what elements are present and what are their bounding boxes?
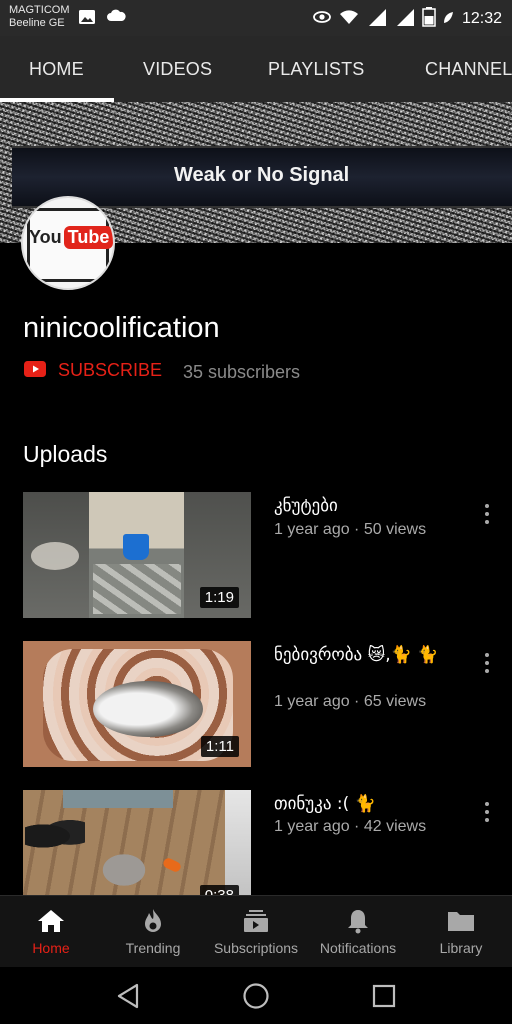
subscribe-button[interactable]: SUBSCRIBE — [24, 360, 162, 381]
video-title[interactable]: კნუტები — [274, 494, 464, 518]
channel-avatar[interactable]: You Tube — [21, 196, 115, 290]
status-bar: MAGTICOM Beeline GE 12:32 — [0, 0, 512, 36]
nav-label: Notifications — [319, 940, 397, 956]
home-circle-icon[interactable] — [241, 981, 271, 1011]
carrier-info: MAGTICOM Beeline GE — [9, 4, 70, 30]
video-item[interactable]: 1:11 ნებივრობა 😿,🐈 🐈 1 year ago · 65 vie… — [0, 641, 512, 769]
nav-notifications[interactable]: Notifications — [307, 896, 409, 968]
subscriptions-icon — [243, 908, 269, 934]
more-options-icon[interactable] — [478, 502, 496, 526]
nav-trending[interactable]: Trending — [102, 896, 204, 968]
more-options-icon[interactable] — [478, 800, 496, 824]
banner-text: Weak or No Signal — [174, 164, 350, 186]
signal-icon — [394, 7, 416, 31]
flame-icon — [142, 908, 164, 934]
image-icon — [78, 8, 96, 30]
video-thumbnail[interactable]: 1:11 — [23, 641, 251, 767]
video-title[interactable]: ნებივრობა 😿,🐈 🐈 — [274, 643, 464, 667]
tab-videos[interactable]: VIDEOS — [143, 59, 212, 80]
uploads-heading: Uploads — [23, 441, 108, 467]
nav-subscriptions[interactable]: Subscriptions — [205, 896, 307, 968]
logo-tube: Tube — [63, 226, 113, 249]
nav-library[interactable]: Library — [410, 896, 512, 968]
signal-icon — [366, 7, 388, 31]
video-item[interactable]: 1:19 კნუტები 1 year ago · 50 views — [0, 492, 512, 620]
nav-label: Trending — [125, 940, 181, 956]
video-meta: 1 year ago · 42 views — [274, 818, 427, 835]
video-duration: 1:19 — [199, 587, 239, 608]
youtube-play-icon — [24, 360, 46, 381]
folder-icon — [447, 908, 475, 934]
tab-home[interactable]: HOME — [29, 59, 84, 80]
home-icon — [37, 908, 65, 934]
nav-label: Subscriptions — [213, 940, 299, 956]
channel-name: ninicoolification — [23, 312, 220, 344]
battery-icon — [422, 7, 436, 31]
tab-channels[interactable]: CHANNELS — [425, 59, 512, 80]
video-duration: 1:11 — [200, 736, 239, 757]
video-meta: 1 year ago · 65 views — [274, 693, 427, 710]
back-icon[interactable] — [113, 981, 143, 1011]
subscribe-label: SUBSCRIBE — [58, 360, 163, 380]
more-options-icon[interactable] — [478, 651, 496, 675]
video-title[interactable]: თინუკა :( 🐈 — [274, 792, 464, 816]
subscriber-count: 35 subscribers — [183, 362, 301, 382]
eye-icon — [312, 9, 332, 29]
carrier-name-1: MAGTICOM — [9, 4, 70, 16]
recent-apps-icon[interactable] — [369, 981, 399, 1011]
logo-you: You — [29, 227, 62, 247]
video-thumbnail[interactable]: 1:19 — [23, 492, 251, 618]
bottom-navigation: Home Trending Subscriptions Notification… — [0, 895, 512, 967]
cloud-icon — [106, 8, 126, 30]
channel-tabs: HOME VIDEOS PLAYLISTS CHANNELS — [0, 36, 512, 102]
leaf-icon — [442, 10, 454, 29]
wifi-icon — [338, 8, 360, 30]
bell-icon — [346, 908, 370, 934]
system-navigation-bar — [0, 967, 512, 1024]
clock: 12:32 — [461, 10, 502, 27]
nav-label: Home — [32, 940, 70, 956]
video-meta: 1 year ago · 50 views — [274, 521, 427, 538]
tab-playlists[interactable]: PLAYLISTS — [268, 59, 365, 80]
youtube-logo: You Tube — [29, 226, 113, 249]
nav-home[interactable]: Home — [0, 896, 102, 968]
carrier-name-2: Beeline GE — [9, 17, 65, 29]
nav-label: Library — [439, 940, 483, 956]
